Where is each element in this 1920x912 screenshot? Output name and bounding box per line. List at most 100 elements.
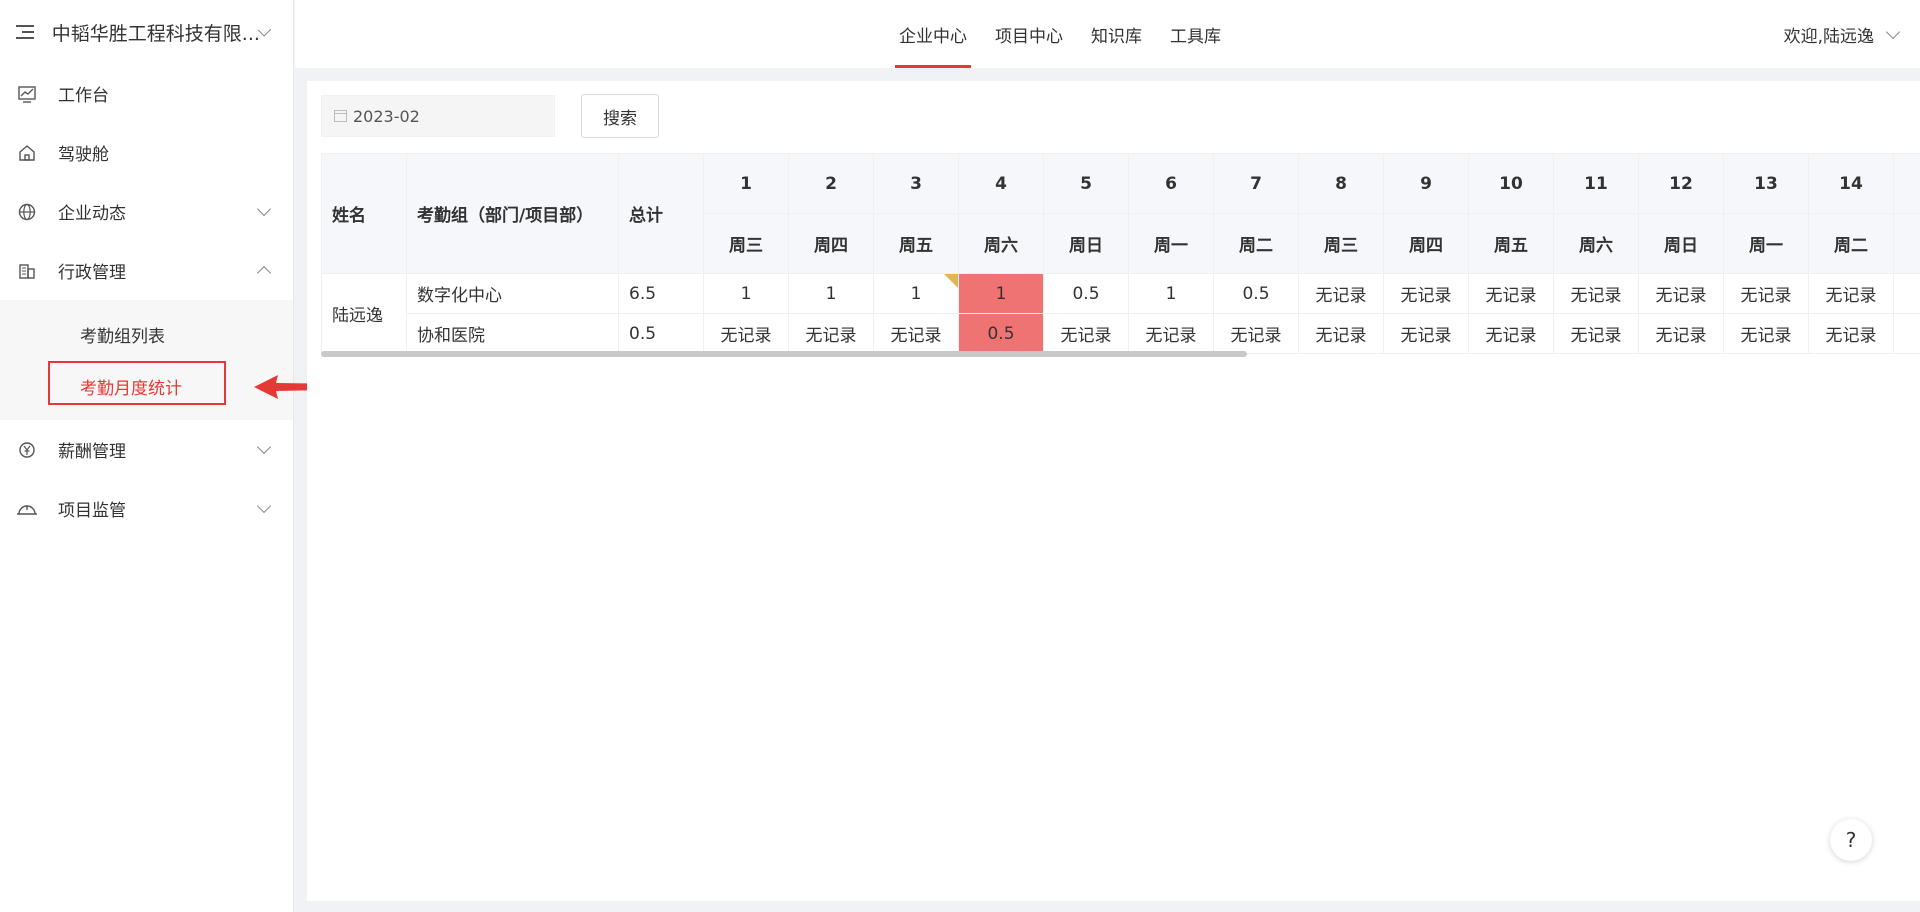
attendance-table-wrapper: 姓名 考勤组（部门/项目部） 总计 123456789101112131415 …: [321, 153, 1920, 354]
attendance-table: 姓名 考勤组（部门/项目部） 总计 123456789101112131415 …: [321, 153, 1920, 354]
brand-bar: 中韬华胜工程科技有限...: [0, 0, 293, 64]
column-header-total: 总计: [618, 153, 704, 274]
column-header-weekday: 周日: [1043, 213, 1129, 274]
attendance-cell[interactable]: 无记录: [1128, 313, 1214, 354]
chevron-down-icon: [1885, 24, 1901, 39]
tab-project-center[interactable]: 项目中心: [981, 0, 1077, 68]
top-nav-tabs: 企业中心 项目中心 知识库 工具库: [885, 0, 1235, 68]
home-icon: [16, 142, 38, 164]
column-header-day: 12: [1638, 153, 1724, 214]
column-header-weekday: 周五: [873, 213, 959, 274]
admin-submenu: 考勤组列表 考勤月度统计: [0, 300, 293, 420]
attendance-cell[interactable]: 1: [1128, 273, 1214, 314]
attendance-cell[interactable]: 无记录: [1893, 273, 1920, 314]
sidebar-item-label: 项目监管: [58, 501, 126, 521]
column-header-weekday: 周六: [1553, 213, 1639, 274]
column-header-name: 姓名: [321, 153, 407, 274]
column-header-day: 2: [788, 153, 874, 214]
attendance-cell[interactable]: 无记录: [703, 313, 789, 354]
attendance-cell[interactable]: 0.5: [1213, 273, 1299, 314]
sidebar-item-label: 行政管理: [58, 263, 126, 283]
help-button[interactable]: ?: [1830, 819, 1872, 861]
column-header-day: 10: [1468, 153, 1554, 214]
column-header-day: 7: [1213, 153, 1299, 214]
sidebar: 中韬华胜工程科技有限... 工作台 驾驶舱 企业动态 行政管理 考勤组列表 考勤…: [0, 0, 294, 912]
menu-fold-icon[interactable]: [16, 23, 36, 41]
attendance-cell[interactable]: 1: [703, 273, 789, 314]
attendance-cell[interactable]: 无记录: [1298, 273, 1384, 314]
column-header-weekday: 周日: [1638, 213, 1724, 274]
attendance-cell[interactable]: 无记录: [1553, 273, 1639, 314]
sidebar-item-workbench[interactable]: 工作台: [0, 64, 293, 123]
attendance-cell[interactable]: 无记录: [1383, 273, 1469, 314]
sidebar-item-project-supervision[interactable]: 项目监管: [0, 479, 293, 538]
attendance-total: 0.5: [618, 313, 704, 354]
sidebar-subitem-monthly-attendance[interactable]: 考勤月度统计: [0, 360, 293, 412]
highlight-box: [48, 361, 226, 405]
attendance-total: 6.5: [618, 273, 704, 314]
sidebar-item-label: 薪酬管理: [58, 442, 126, 462]
main-content: 2023-02 搜索 姓名 考勤组（部门/项目部） 总计 1 2 3 4 5 6 7 8 9 10…: [307, 81, 1920, 901]
tab-knowledge-base[interactable]: 知识库: [1077, 0, 1156, 68]
attendance-cell[interactable]: 0.5: [1043, 273, 1129, 314]
company-name[interactable]: 中韬华胜工程科技有限...: [52, 19, 260, 46]
attendance-cell[interactable]: 无记录: [1808, 273, 1894, 314]
user-menu[interactable]: 欢迎,陆远逸: [1784, 0, 1906, 68]
attendance-cell[interactable]: 无记录: [873, 313, 959, 354]
chevron-up-icon: [256, 265, 272, 281]
column-header-weekday: 周二: [1213, 213, 1299, 274]
sidebar-item-cockpit[interactable]: 驾驶舱: [0, 123, 293, 182]
attendance-cell[interactable]: 无记录: [1723, 273, 1809, 314]
yen-coin-icon: [16, 439, 38, 461]
attendance-cell[interactable]: 无记录: [1383, 313, 1469, 354]
attendance-cell[interactable]: 无记录: [1043, 313, 1129, 354]
attendance-cell[interactable]: 1: [958, 273, 1044, 314]
sidebar-subitem-attendance-groups[interactable]: 考勤组列表: [0, 308, 293, 360]
sidebar-item-payroll[interactable]: 薪酬管理: [0, 420, 293, 479]
attendance-group: 数字化中心: [406, 273, 619, 314]
column-header-day: 3: [873, 153, 959, 214]
filter-bar: 2023-02 搜索: [321, 94, 659, 138]
column-header-day: 14: [1808, 153, 1894, 214]
search-button[interactable]: 搜索: [581, 94, 659, 138]
month-picker[interactable]: 2023-02: [321, 95, 555, 137]
column-header-day: 5: [1043, 153, 1129, 214]
attendance-cell[interactable]: 无记录: [1723, 313, 1809, 354]
sidebar-item-enterprise-news[interactable]: 企业动态: [0, 182, 293, 241]
attendance-cell[interactable]: 1: [788, 273, 874, 314]
sidebar-item-label: 驾驶舱: [58, 145, 109, 165]
column-header-weekday: 周三: [703, 213, 789, 274]
tab-tool-library[interactable]: 工具库: [1156, 0, 1235, 68]
tab-enterprise-center[interactable]: 企业中心: [885, 0, 981, 68]
employee-name: 陆远逸: [321, 273, 407, 354]
column-header-day: 15: [1893, 153, 1920, 214]
attendance-cell[interactable]: 无记录: [1298, 313, 1384, 354]
attendance-cell[interactable]: 无记录: [1553, 313, 1639, 354]
column-header-day: 6: [1128, 153, 1214, 214]
attendance-cell[interactable]: 无记录: [1808, 313, 1894, 354]
chevron-down-icon: [256, 439, 272, 455]
attendance-cell[interactable]: 无记录: [1638, 273, 1724, 314]
hard-hat-icon: [16, 498, 38, 520]
attendance-cell[interactable]: 无记录: [1638, 313, 1724, 354]
sidebar-item-admin[interactable]: 行政管理: [0, 241, 293, 300]
column-header-day: 1: [703, 153, 789, 214]
attendance-group: 协和医院: [406, 313, 619, 354]
column-header-day: 8: [1298, 153, 1384, 214]
table-row: 陆远逸 数字化中心 6.5 1 1 1 1 0.5 1 0.5 无记录 无记录 无记录 无记录 无记录 无记录…: [321, 273, 1920, 354]
attendance-cell[interactable]: 1: [873, 273, 959, 314]
column-header-weekday: 周五: [1468, 213, 1554, 274]
column-header-weekday: 周一: [1723, 213, 1809, 274]
attendance-cell[interactable]: 无记录: [1213, 313, 1299, 354]
column-header-day: 13: [1723, 153, 1809, 214]
attendance-cell[interactable]: 无记录: [1893, 313, 1920, 354]
horizontal-scrollbar[interactable]: [321, 351, 1247, 357]
column-header-day: 4: [958, 153, 1044, 214]
building-icon: [16, 260, 38, 282]
attendance-cell[interactable]: 无记录: [1468, 273, 1554, 314]
attendance-cell[interactable]: 无记录: [1468, 313, 1554, 354]
column-header-day: 9: [1383, 153, 1469, 214]
attendance-cell[interactable]: 0.5: [958, 313, 1044, 354]
attendance-cell[interactable]: 无记录: [788, 313, 874, 354]
top-header: 企业中心 项目中心 知识库 工具库 欢迎,陆远逸: [295, 0, 1920, 68]
